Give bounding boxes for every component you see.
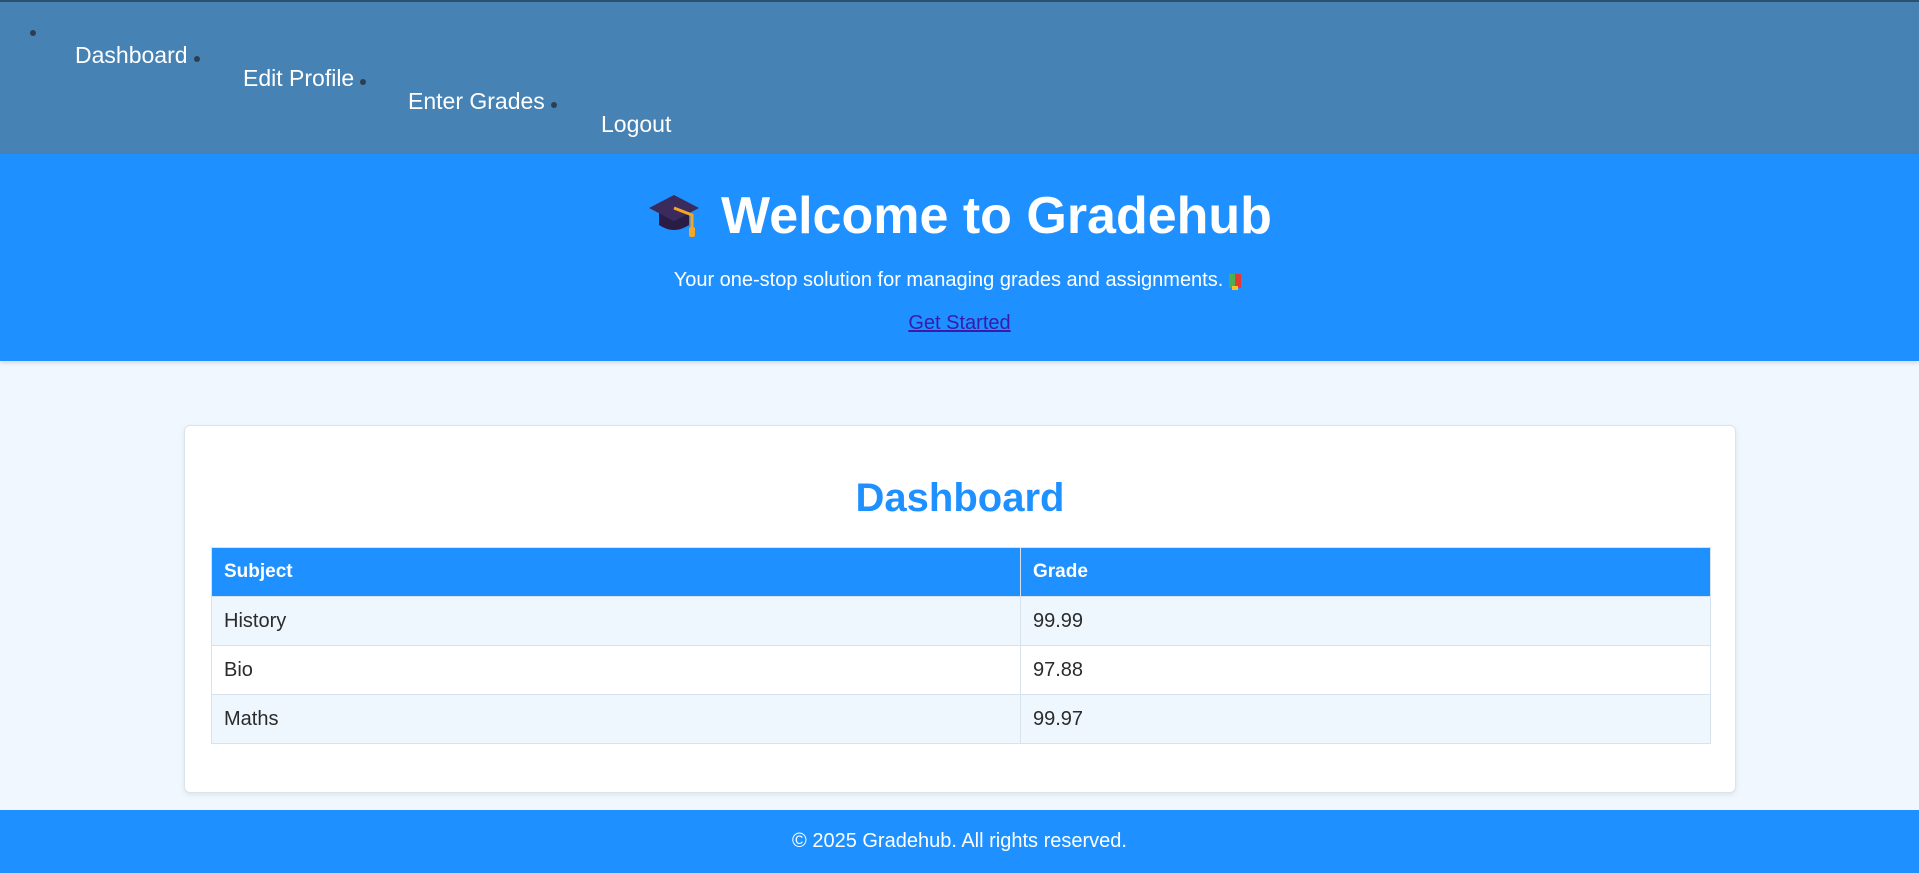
hero-title-row: Welcome to Gradehub — [0, 186, 1919, 246]
footer-copyright: © 2025 Gradehub. All rights reserved. — [792, 830, 1127, 852]
nav-link-edit-profile[interactable]: Edit Profile — [243, 65, 354, 92]
dashboard-title: Dashboard — [855, 476, 1065, 520]
books-icon — [1227, 271, 1245, 291]
nav-link-logout[interactable]: Logout — [601, 111, 671, 138]
grade-cell: 97.88 — [1020, 645, 1711, 695]
subject-cell: Bio — [211, 645, 1021, 695]
bullet-icon — [550, 101, 557, 108]
subject-cell: History — [211, 596, 1021, 646]
nav-item-dashboard: Dashboard — [75, 42, 200, 69]
page-footer: © 2025 Gradehub. All rights reserved. — [0, 810, 1919, 873]
bullet-icon — [193, 55, 200, 62]
hero-banner: Welcome to Gradehub Your one-stop soluti… — [0, 154, 1919, 361]
nav-link-enter-grades[interactable]: Enter Grades — [408, 88, 545, 115]
top-nav: Dashboard Edit Profile Enter Grades Logo… — [0, 0, 1919, 154]
table-row: History 99.99 — [211, 596, 1711, 646]
grades-table: Subject Grade History 99.99 Bio 97.88 Ma… — [211, 547, 1711, 744]
column-header-subject: Subject — [211, 547, 1021, 597]
nav-bullet — [30, 30, 36, 36]
subject-cell: Maths — [211, 694, 1021, 744]
get-started-link[interactable]: Get Started — [908, 312, 1010, 334]
grade-cell: 99.99 — [1020, 596, 1711, 646]
column-header-grade: Grade — [1020, 547, 1711, 597]
dashboard-card: Dashboard Subject Grade History 99.99 Bi… — [184, 425, 1736, 793]
bullet-icon — [30, 30, 36, 36]
nav-item-edit-profile: Edit Profile — [243, 65, 367, 92]
nav-item-enter-grades: Enter Grades — [408, 88, 557, 115]
hero-tagline: Your one-stop solution for managing grad… — [673, 269, 1224, 291]
graduation-cap-icon — [647, 191, 701, 241]
nav-item-logout: Logout — [601, 111, 671, 138]
bullet-icon — [360, 78, 367, 85]
hero-title: Welcome to Gradehub — [721, 187, 1272, 245]
table-header-row: Subject Grade — [211, 547, 1711, 597]
table-row: Bio 97.88 — [211, 645, 1711, 695]
nav-link-dashboard[interactable]: Dashboard — [75, 42, 188, 69]
table-row: Maths 99.97 — [211, 694, 1711, 744]
grade-cell: 99.97 — [1020, 694, 1711, 744]
hero-cta-wrap: Get Started — [0, 312, 1919, 335]
hero-tagline-row: Your one-stop solution for managing grad… — [0, 269, 1919, 292]
